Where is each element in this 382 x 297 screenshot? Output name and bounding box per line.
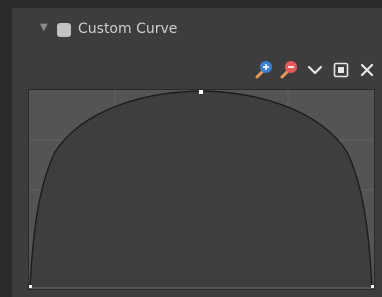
zoom-out-icon: [280, 61, 297, 79]
zoom-out-button[interactable]: [278, 60, 300, 80]
clipping-button[interactable]: [330, 60, 352, 80]
reset-view-button[interactable]: [356, 60, 378, 80]
curve-point-right[interactable]: [371, 285, 374, 288]
curve-editor[interactable]: [28, 89, 375, 290]
zoom-in-icon: [255, 61, 272, 79]
curve-toolbar: [252, 60, 382, 80]
clipping-icon: [333, 62, 349, 78]
custom-curve-checkbox[interactable]: [57, 23, 71, 37]
curve-point-top[interactable]: [199, 90, 203, 94]
curve-menu-button[interactable]: [304, 60, 326, 80]
chevron-down-icon: [307, 65, 323, 75]
expand-chevron-icon[interactable]: ▼: [40, 23, 48, 33]
curve-point-left[interactable]: [29, 285, 32, 288]
curve-graph[interactable]: [29, 90, 374, 289]
close-icon: [360, 63, 374, 77]
custom-curve-panel: ▼ Custom Curve: [12, 8, 382, 297]
zoom-in-button[interactable]: [253, 60, 275, 80]
panel-header[interactable]: ▼ Custom Curve: [12, 8, 382, 50]
curve-fill: [30, 91, 372, 287]
panel-title: Custom Curve: [78, 21, 178, 37]
